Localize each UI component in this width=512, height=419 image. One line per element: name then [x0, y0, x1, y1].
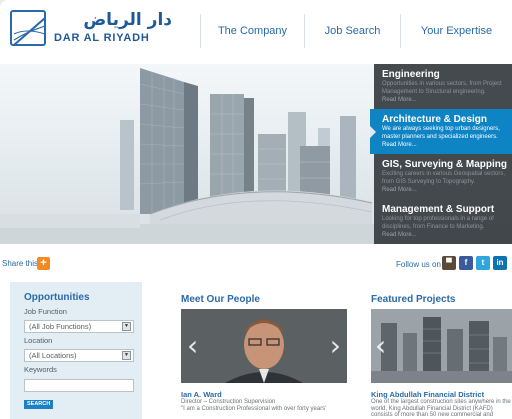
- job-function-label: Job Function: [24, 307, 67, 316]
- panel-description: from GIS Surveying to Topography.: [382, 178, 476, 185]
- read-more-link[interactable]: Read More...: [382, 231, 512, 239]
- nav-your-expertise[interactable]: Your Expertise: [400, 14, 512, 48]
- twitter-icon[interactable]: t: [476, 256, 490, 270]
- meet-our-people-title: Meet Our People: [181, 294, 260, 305]
- main-nav: The Company Job Search Your Expertise: [200, 14, 512, 48]
- dropdown-arrow-icon[interactable]: ▼: [122, 351, 131, 360]
- panel-description: Management to Structural engineering.: [382, 88, 486, 95]
- location-select[interactable]: (All Locations) ▼: [24, 349, 134, 362]
- opportunities-search-box: Opportunities Job Function (All Job Func…: [10, 282, 142, 419]
- carousel-prev-icon[interactable]: ‹: [375, 331, 386, 361]
- keywords-input[interactable]: [24, 379, 134, 392]
- blog-icon[interactable]: ▀: [442, 256, 456, 270]
- share-label[interactable]: Share this: [2, 258, 38, 270]
- panel-description: master planners and specialized engineer…: [382, 133, 498, 140]
- hero-panel-architecture[interactable]: Architecture & Design We are always seek…: [370, 109, 512, 154]
- panel-description: We are always seeking top urban designer…: [382, 126, 500, 132]
- follow-label: Follow us on: [396, 260, 441, 269]
- logo-latin-text: DAR AL RIYADH: [54, 32, 150, 44]
- project-photo: ‹: [371, 309, 512, 383]
- project-description: One of the largest construction sites an…: [371, 399, 511, 418]
- panel-description: Exciting careers in various Geospatial s…: [382, 171, 506, 177]
- facebook-icon[interactable]: f: [459, 256, 473, 270]
- hero-panel-gis[interactable]: GIS, Surveying & Mapping Exciting career…: [374, 154, 512, 199]
- read-more-link[interactable]: Read More...: [382, 96, 512, 104]
- person-name[interactable]: Ian A. Ward: [181, 390, 222, 399]
- carousel-prev-icon[interactable]: ‹: [187, 331, 198, 361]
- nav-the-company[interactable]: The Company: [200, 14, 304, 48]
- nav-job-search[interactable]: Job Search: [304, 14, 400, 48]
- read-more-link[interactable]: Read More...: [382, 141, 512, 149]
- linkedin-icon[interactable]: in: [493, 256, 507, 270]
- hero-panel-engineering[interactable]: Engineering Opportunities in various sec…: [374, 64, 512, 109]
- location-value: (All Locations): [29, 351, 77, 360]
- panel-title: Engineering: [382, 69, 440, 80]
- logo-mark-icon: [10, 10, 46, 46]
- carousel-next-icon[interactable]: ›: [330, 331, 341, 361]
- panel-title: GIS, Surveying & Mapping: [382, 159, 508, 170]
- search-button[interactable]: SEARCH: [24, 400, 54, 409]
- logo[interactable]: دار الرياض DAR AL RIYADH: [10, 10, 180, 50]
- featured-projects-title: Featured Projects: [371, 294, 456, 305]
- hero-panel-management[interactable]: Management & Support Looking for top pro…: [374, 199, 512, 244]
- site-header: دار الرياض DAR AL RIYADH The Company Job…: [0, 0, 512, 62]
- keywords-label: Keywords: [24, 365, 57, 374]
- panel-title: Management & Support: [382, 204, 495, 215]
- person-quote: "I am a Construction Professional with o…: [181, 406, 327, 412]
- panel-description: disciplines, from Finance to Marketing.: [382, 223, 485, 230]
- location-label: Location: [24, 336, 53, 345]
- opportunities-title: Opportunities: [24, 292, 90, 303]
- job-function-select[interactable]: (All Job Functions) ▼: [24, 320, 134, 333]
- project-name[interactable]: King Abdullah Financial District: [371, 390, 484, 399]
- person-photo: ‹ ›: [181, 309, 347, 383]
- panel-description: Opportunities in various sectors, from P…: [382, 81, 502, 87]
- logo-arabic-text: دار الرياض: [83, 10, 172, 30]
- page: دار الرياض DAR AL RIYADH The Company Job…: [0, 0, 512, 419]
- person-role: Director – Construction Supervision: [181, 399, 276, 405]
- job-function-value: (All Job Functions): [29, 322, 92, 331]
- read-more-link[interactable]: Read More...: [382, 186, 512, 194]
- hero-banner: Engineering Opportunities in various sec…: [0, 64, 512, 244]
- panel-description: Looking for top professionals in a range…: [382, 216, 494, 222]
- dropdown-arrow-icon[interactable]: ▼: [122, 322, 131, 331]
- share-plus-icon[interactable]: +: [37, 257, 50, 270]
- panel-title: Architecture & Design: [382, 114, 488, 125]
